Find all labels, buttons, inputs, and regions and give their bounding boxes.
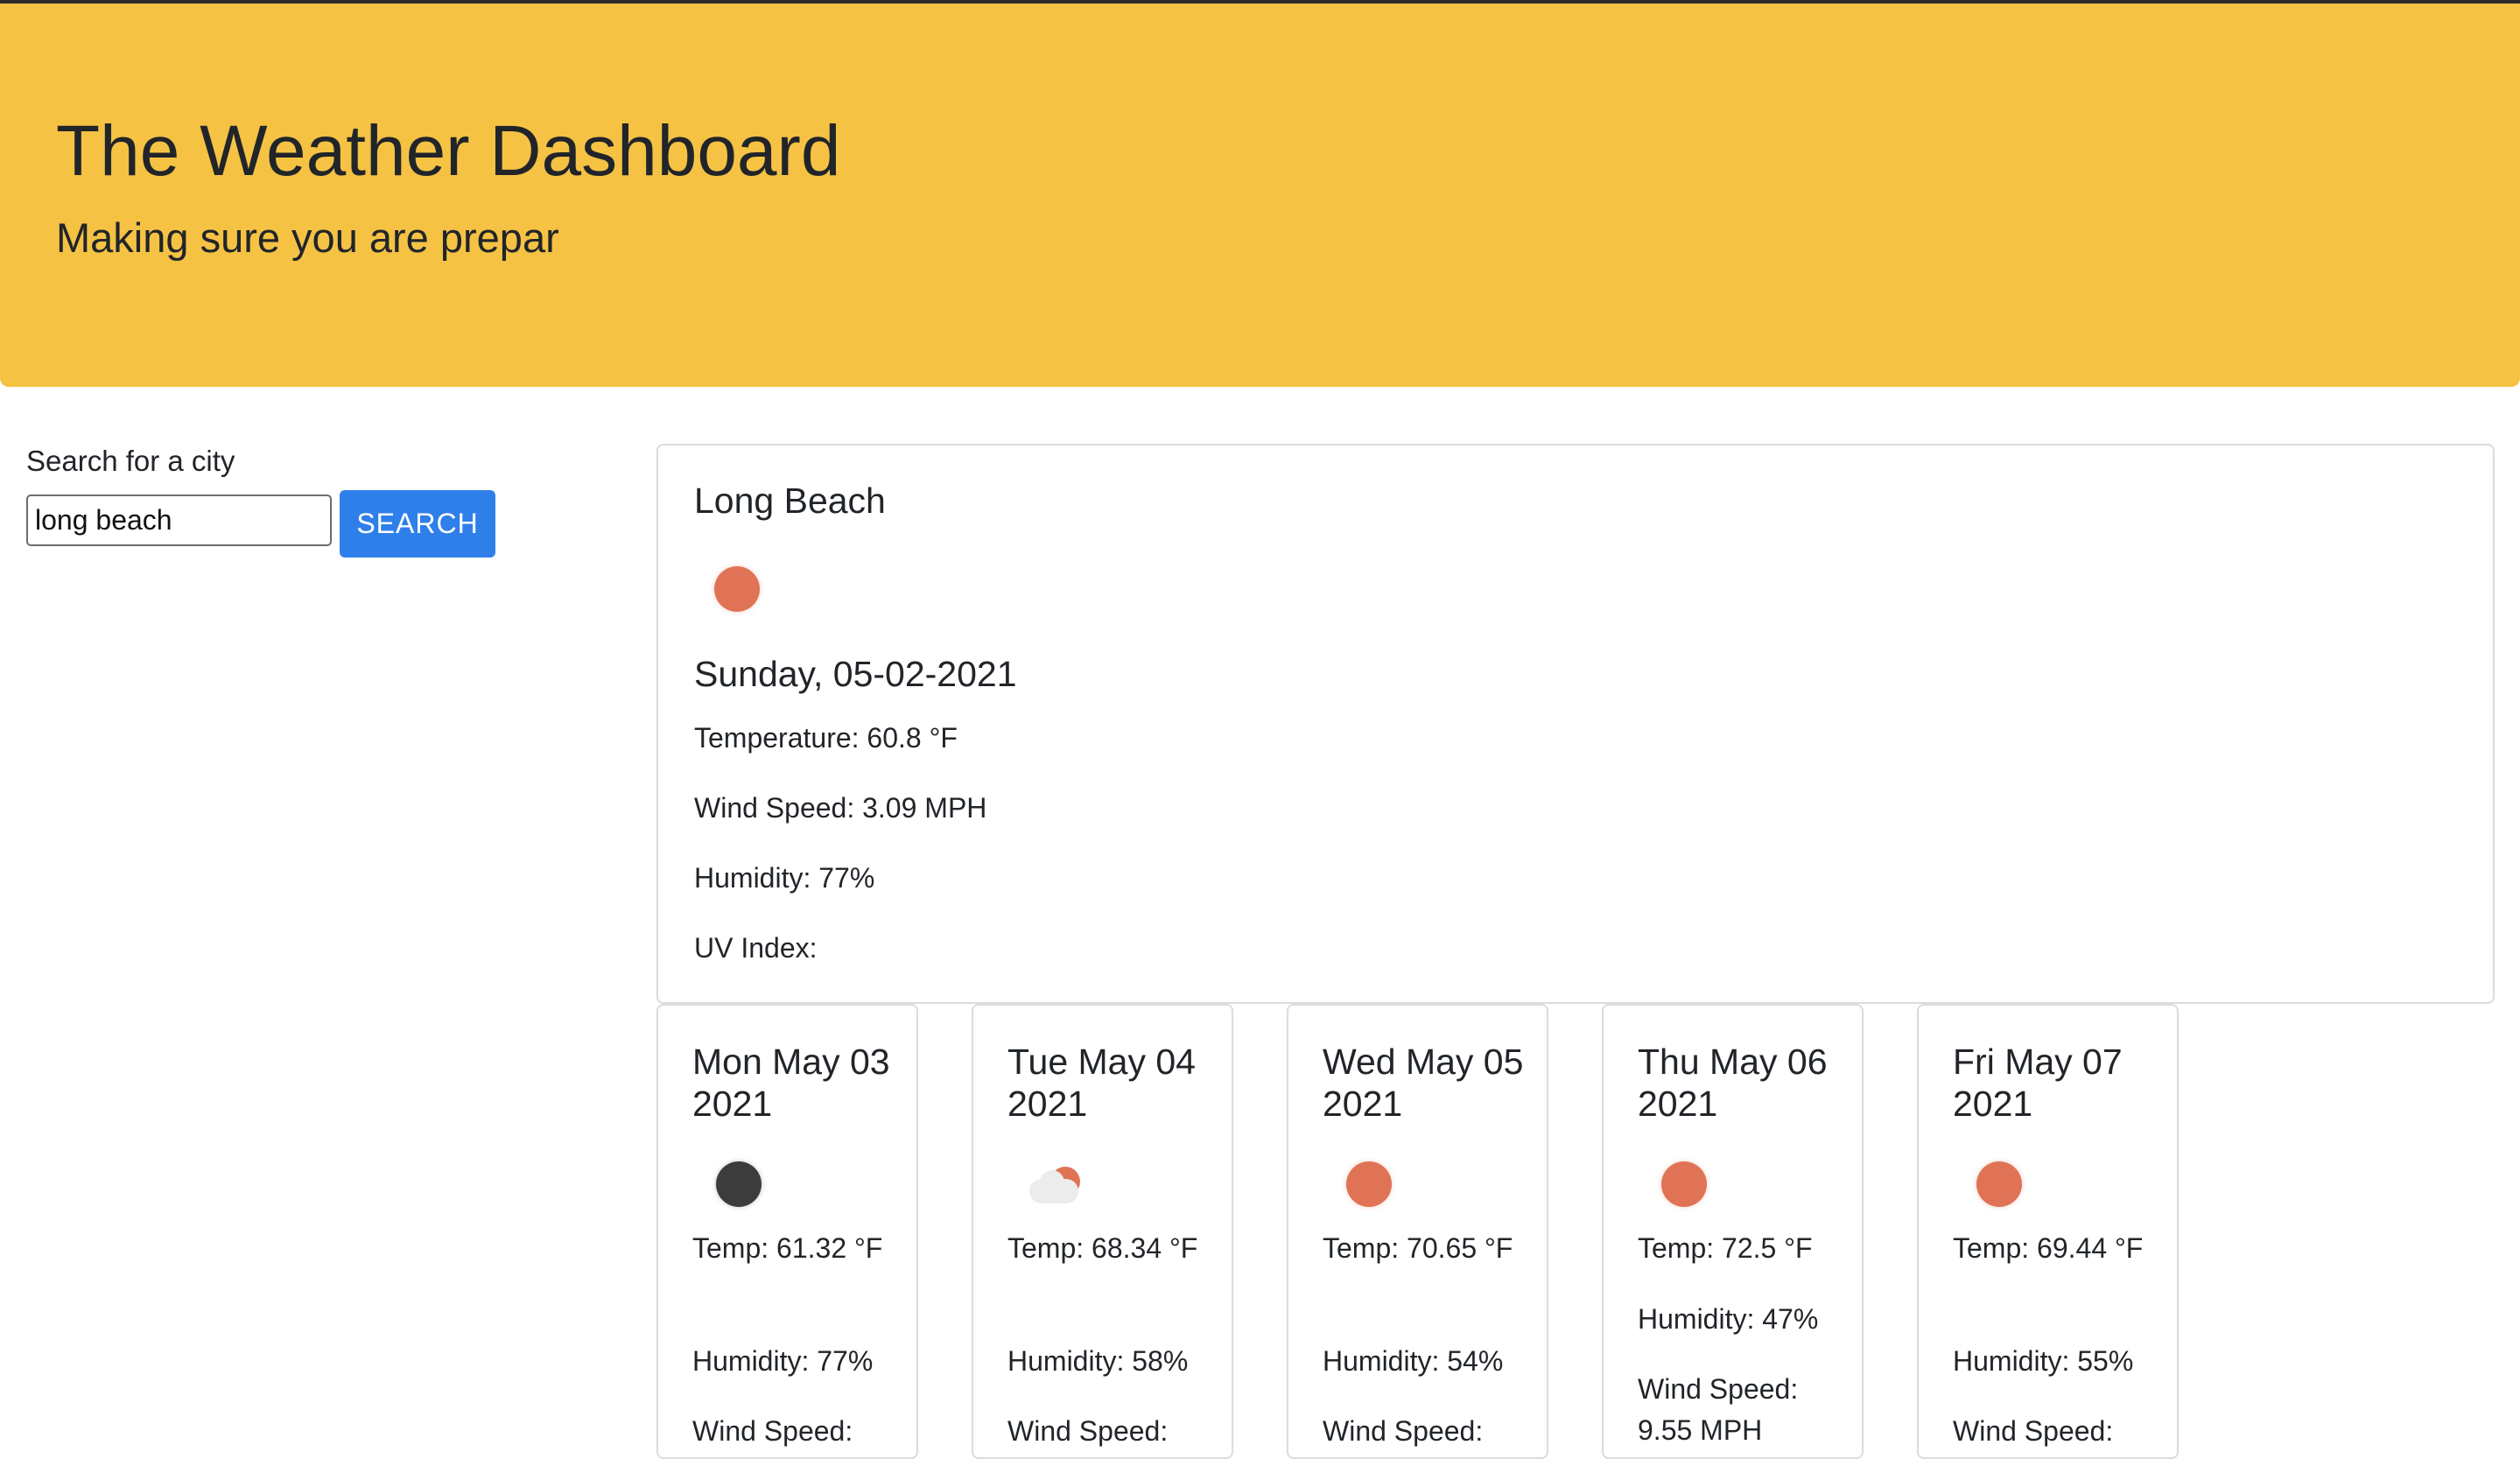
page-subtitle: Making sure you are prepar	[56, 214, 559, 261]
current-temperature: Temperature: 60.8 °F	[694, 722, 958, 754]
current-city: Long Beach	[694, 480, 886, 521]
moon-icon	[716, 1161, 762, 1207]
current-weather-card: Long Beach Sunday, 05-02-2021 Temperatur…	[656, 444, 2495, 1004]
forecast-card: Mon May 03 2021 Temp: 61.32 °F Humidity:…	[656, 1004, 918, 1459]
forecast-date: Mon May 03 2021	[692, 1042, 890, 1124]
forecast-temp: Temp: 68.34 °F	[1007, 1232, 1198, 1264]
forecast-humidity: Humidity: 54%	[1323, 1345, 1504, 1377]
sun-icon	[1346, 1161, 1392, 1207]
forecast-wind: Wind Speed:	[1323, 1415, 1484, 1447]
forecast-wind: Wind Speed:	[1007, 1415, 1169, 1447]
forecast-humidity: Humidity: 55%	[1953, 1345, 2134, 1377]
forecast-humidity: Humidity: 58%	[1007, 1345, 1189, 1377]
sun-icon	[1976, 1161, 2022, 1207]
sun-icon	[1661, 1161, 1707, 1207]
page-title: The Weather Dashboard	[56, 111, 841, 191]
forecast-wind: Wind Speed:	[1953, 1415, 2114, 1447]
forecast-card: Wed May 05 2021 Temp: 70.65 °F Humidity:…	[1287, 1004, 1548, 1459]
forecast-wind: Wind Speed:	[692, 1415, 853, 1447]
forecast-temp: Temp: 70.65 °F	[1323, 1232, 1513, 1264]
current-humidity: Humidity: 77%	[694, 862, 875, 894]
forecast-card: Fri May 07 2021 Temp: 69.44 °F Humidity:…	[1917, 1004, 2179, 1459]
city-search-input[interactable]	[26, 495, 332, 546]
forecast-date: Fri May 07 2021	[1953, 1042, 2123, 1124]
current-uv-index: UV Index:	[694, 932, 818, 964]
search-button[interactable]: SEARCH	[340, 490, 495, 558]
current-date: Sunday, 05-02-2021	[694, 654, 1017, 694]
forecast-temp: Temp: 61.32 °F	[692, 1232, 883, 1264]
forecast-card: Thu May 06 2021 Temp: 72.5 °F Humidity: …	[1602, 1004, 1864, 1459]
forecast-date: Wed May 05 2021	[1323, 1042, 1524, 1124]
forecast-temp: Temp: 72.5 °F	[1638, 1232, 1813, 1264]
forecast-temp: Temp: 69.44 °F	[1953, 1232, 2144, 1264]
forecast-humidity: Humidity: 77%	[692, 1345, 874, 1377]
current-wind-speed: Wind Speed: 3.09 MPH	[694, 792, 987, 824]
forecast-card: Tue May 04 2021 Temp: 68.34 °F Humidity:…	[972, 1004, 1233, 1459]
search-label: Search for a city	[26, 445, 235, 477]
forecast-date: Tue May 04 2021	[1007, 1042, 1196, 1124]
forecast-date: Thu May 06 2021	[1638, 1042, 1828, 1124]
sun-icon	[714, 566, 760, 612]
header-banner: The Weather Dashboard Making sure you ar…	[0, 4, 2520, 387]
forecast-humidity: Humidity: 47%	[1638, 1303, 1819, 1335]
partly-cloudy-icon	[1026, 1161, 1087, 1207]
